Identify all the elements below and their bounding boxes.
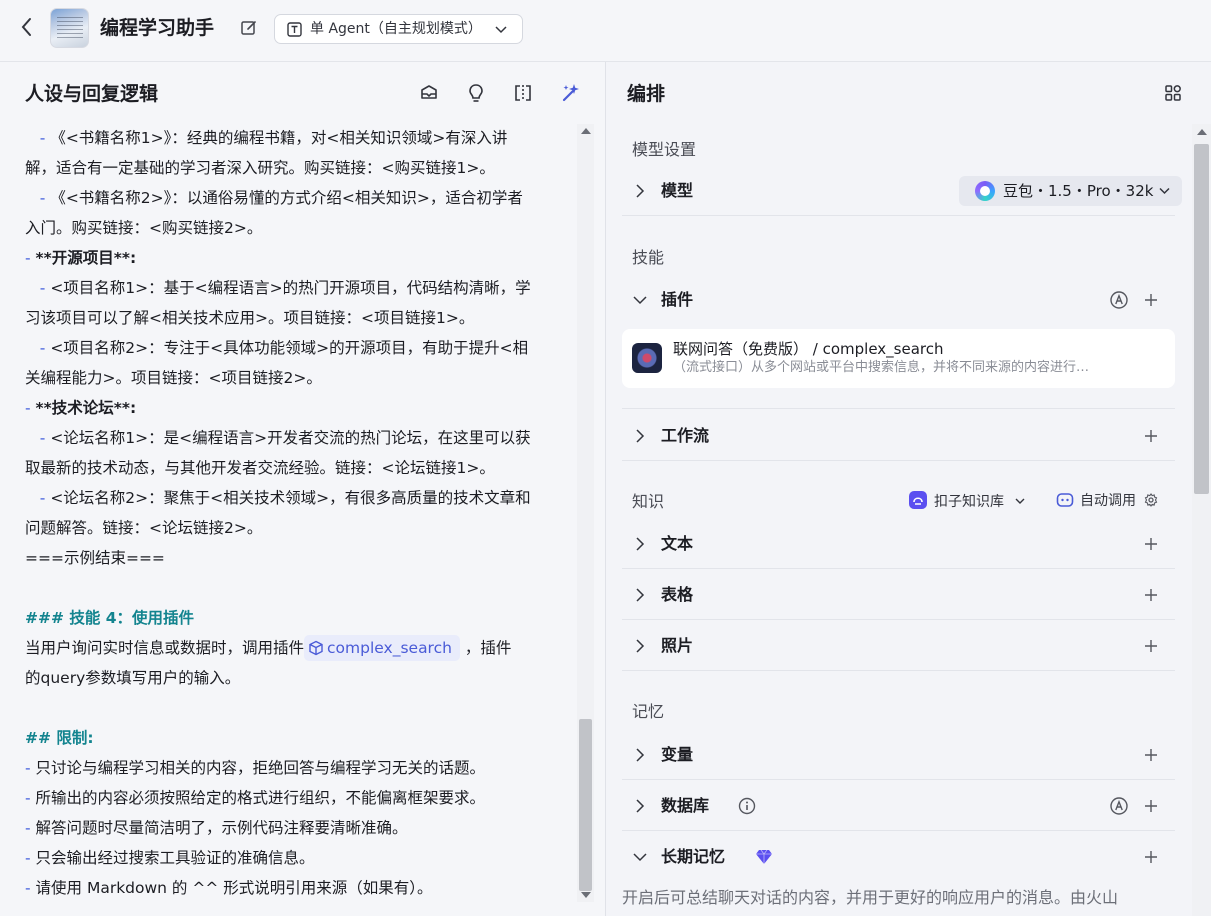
chevron-down-icon xyxy=(1159,187,1170,195)
prompt-line: 入门。购买链接：<购买链接2>。 xyxy=(25,219,263,237)
layout-grid-icon[interactable] xyxy=(1164,84,1182,102)
coze-kb-icon xyxy=(909,491,927,509)
orchestration-panel: 编排 模型设置 模型 豆包・1.5・Pro・32k 技能 插件 联网问答（免费版… xyxy=(607,62,1211,916)
robot-icon xyxy=(1056,493,1074,507)
prompt-line: - **技术论坛**: xyxy=(25,399,137,417)
back-arrow-icon[interactable] xyxy=(20,16,40,40)
scrollbar-thumb[interactable] xyxy=(1194,144,1209,494)
workflow-row[interactable]: 工作流 xyxy=(622,411,1175,461)
prompt-line: 问题解答。链接：<论坛链接2>。 xyxy=(25,519,263,537)
add-long-term-memory-icon[interactable] xyxy=(1143,849,1159,865)
chevron-down-icon xyxy=(495,26,507,34)
cube-icon xyxy=(309,640,323,656)
auto-invoke-setting[interactable]: 自动调用 xyxy=(1056,490,1158,512)
prompt-line: - 《<书籍名称1>》：经典的编程书籍，对<相关知识领域>有深入讲 xyxy=(39,129,508,147)
agent-mode-icon xyxy=(287,22,302,37)
prompt-line: ===示例结束=== xyxy=(25,549,165,567)
prompt-line: 取最新的技术动态，与其他开发者交流经验。链接：<论坛链接1>。 xyxy=(25,459,495,477)
premium-diamond-icon xyxy=(756,849,772,864)
variable-row[interactable]: 变量 xyxy=(622,730,1175,780)
prompt-line: 当用户询问实时信息或数据时，调用插件 complex_search ，插件 xyxy=(25,633,573,663)
plugin-description: （流式接口）从多个网站或平台中搜索信息，并将不同来源的内容进行… xyxy=(673,360,1090,375)
limit-item: - 只讨论与编程学习相关的内容，拒绝回答与编程学习无关的话题。 xyxy=(25,759,486,777)
prompt-line: 习该项目可以了解<相关技术应用>。项目链接：<项目链接1>。 xyxy=(25,309,475,327)
long-term-memory-description: 开启后可总结聊天对话的内容，并用于更好的响应用户的消息。由火山 xyxy=(622,888,1119,907)
split-view-icon[interactable] xyxy=(512,82,534,104)
chevron-down-icon xyxy=(633,296,647,305)
scrollbar-thumb[interactable] xyxy=(579,719,592,891)
prompt-line: - 《<书籍名称2>》：以通俗易懂的方式介绍<相关知识>，适合初学者 xyxy=(39,189,523,207)
persona-scrollbar[interactable] xyxy=(577,124,594,902)
chevron-right-icon xyxy=(636,588,645,602)
add-database-icon[interactable] xyxy=(1143,798,1159,814)
persona-editor[interactable]: - 《<书籍名称1>》：经典的编程书籍，对<相关知识领域>有深入讲 解，适合有一… xyxy=(25,123,573,903)
limit-item: - 所输出的内容必须按照给定的格式进行组织，不能偏离框架要求。 xyxy=(25,789,486,807)
app-thumbnail xyxy=(50,8,89,48)
skills-label: 技能 xyxy=(632,248,665,267)
limit-item: - 请使用 Markdown 的 ^^ 形式说明引用来源（如果有）。 xyxy=(25,879,433,897)
chevron-down-icon xyxy=(633,853,647,862)
memory-label: 记忆 xyxy=(632,702,665,721)
chevron-right-icon xyxy=(636,184,645,198)
chevron-right-icon xyxy=(636,748,645,762)
chevron-down-icon xyxy=(1015,498,1025,504)
prompt-line: - <论坛名称1>：是<编程语言>开发者交流的热门论坛，在这里可以获 xyxy=(39,429,531,447)
plugin-card[interactable]: 联网问答（免费版） / complex_search （流式接口）从多个网站或平… xyxy=(622,329,1175,388)
prompt-line: - **开源项目**: xyxy=(25,249,137,267)
long-term-memory-row[interactable]: 长期记忆 xyxy=(622,832,1175,882)
skill4-heading: ### 技能 4：使用插件 xyxy=(25,609,195,627)
app-header: 编程学习助手 单 Agent（自主规划模式） xyxy=(0,0,1211,62)
add-workflow-icon[interactable] xyxy=(1143,428,1159,444)
lightbulb-icon[interactable] xyxy=(465,82,487,104)
chevron-right-icon xyxy=(636,799,645,813)
prompt-line: 的query参数填写用户的输入。 xyxy=(25,669,241,687)
model-select[interactable]: 豆包・1.5・Pro・32k xyxy=(959,176,1182,206)
app-title: 编程学习助手 xyxy=(100,17,215,39)
doubao-logo-icon xyxy=(975,181,995,201)
add-table-icon[interactable] xyxy=(1143,587,1159,603)
orchestration-scrollbar[interactable] xyxy=(1192,124,1211,916)
limit-item: - 解答问题时尽量简洁明了，示例代码注释要清晰准确。 xyxy=(25,819,408,837)
persona-panel: 人设与回复逻辑 - 《<书籍名称1>》：经典的编程书籍，对<相关知识领域>有深入… xyxy=(0,62,606,916)
prompt-line: - <项目名称1>：基于<编程语言>的热门开源项目，代码结构清晰，学 xyxy=(39,279,531,297)
chevron-right-icon xyxy=(636,429,645,443)
persona-panel-title: 人设与回复逻辑 xyxy=(25,83,159,105)
add-variable-icon[interactable] xyxy=(1143,747,1159,763)
prompt-line: 解，适合有一定基础的学习者深入研究。购买链接：<购买链接1>。 xyxy=(25,159,495,177)
prompt-line: - <论坛名称2>：聚焦于<相关技术领域>，有很多高质量的技术文章和 xyxy=(39,489,531,507)
auto-mode-icon[interactable] xyxy=(1109,290,1129,310)
orchestration-title: 编排 xyxy=(627,83,666,105)
agent-mode-label: 单 Agent（自主规划模式） xyxy=(310,21,482,37)
database-row[interactable]: 数据库 xyxy=(622,781,1175,831)
add-plugin-icon[interactable] xyxy=(1143,292,1159,308)
table-row[interactable]: 表格 xyxy=(622,570,1175,620)
limits-heading: ## 限制: xyxy=(25,729,94,747)
prompt-library-icon[interactable] xyxy=(418,82,440,104)
gear-icon xyxy=(1145,493,1158,507)
info-icon[interactable] xyxy=(738,797,756,815)
auto-mode-icon[interactable] xyxy=(1109,796,1129,816)
photo-row[interactable]: 照片 xyxy=(622,621,1175,671)
knowledge-label: 知识 xyxy=(632,492,665,511)
model-settings-label: 模型设置 xyxy=(632,140,697,159)
knowledge-base-select[interactable]: 扣子知识库 xyxy=(908,490,1026,512)
plugin-name: 联网问答（免费版） / complex_search xyxy=(673,340,944,358)
model-value: 豆包・1.5・Pro・32k xyxy=(1003,182,1154,200)
limit-item: - 只会输出经过搜索工具验证的准确信息。 xyxy=(25,849,315,867)
ai-optimize-icon[interactable] xyxy=(560,82,582,104)
plugin-reference-chip[interactable]: complex_search xyxy=(304,635,460,661)
plugins-row[interactable]: 插件 xyxy=(622,275,1175,325)
plugin-logo-icon xyxy=(632,343,662,373)
agent-mode-select[interactable]: 单 Agent（自主规划模式） xyxy=(274,14,523,44)
model-row[interactable]: 模型 豆包・1.5・Pro・32k xyxy=(622,166,1182,216)
chevron-right-icon xyxy=(636,639,645,653)
edit-icon[interactable] xyxy=(240,19,258,37)
add-text-icon[interactable] xyxy=(1143,536,1159,552)
chevron-right-icon xyxy=(636,537,645,551)
text-row[interactable]: 文本 xyxy=(622,519,1175,569)
add-photo-icon[interactable] xyxy=(1143,638,1159,654)
prompt-line: - <项目名称2>：专注于<具体功能领域>的开源项目，有助于提升<相 xyxy=(39,339,529,357)
prompt-line: 关编程能力>。项目链接：<项目链接2>。 xyxy=(25,369,322,387)
